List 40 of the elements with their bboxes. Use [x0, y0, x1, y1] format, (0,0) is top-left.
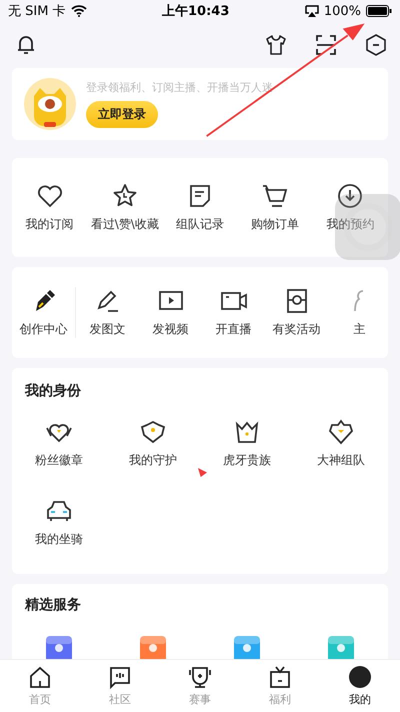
diamond-icon[interactable]	[327, 418, 355, 446]
tab[interactable]: 我的	[320, 660, 400, 712]
scan-icon[interactable]	[314, 33, 338, 57]
menu-label[interactable]: 发图文	[90, 321, 126, 338]
home-icon	[28, 665, 52, 689]
login-button[interactable]: 立即登录	[86, 101, 158, 128]
airplay-icon	[304, 5, 319, 17]
hexagon-icon[interactable]	[364, 33, 388, 57]
menu-label[interactable]: 粉丝徽章	[35, 452, 83, 469]
pointer-annotation	[198, 468, 207, 477]
menu-label[interactable]: 有奖活动	[272, 321, 320, 338]
menu-label[interactable]: 我的预约	[326, 216, 374, 233]
cart-icon[interactable]	[261, 182, 290, 210]
menu-label[interactable]: 虎牙贵族	[223, 452, 271, 469]
section-title: 我的身份	[24, 382, 82, 401]
menu-label[interactable]: 创作中心	[20, 321, 68, 338]
menu-label[interactable]: 我的守护	[129, 452, 177, 469]
menu-label[interactable]: 开直播	[216, 321, 252, 338]
menu-label[interactable]: 发视频	[152, 321, 188, 338]
clock-text: 上午10:43	[161, 3, 230, 20]
tv-icon	[268, 665, 292, 689]
carrier-text: 无 SIM 卡	[8, 3, 66, 20]
avatar-icon	[348, 665, 372, 689]
menu-label[interactable]: 组队记录	[176, 216, 224, 233]
menu-label[interactable]: 主	[354, 321, 366, 338]
battery-icon	[366, 5, 392, 17]
tshirt-icon[interactable]	[264, 33, 288, 57]
mascot-avatar	[24, 78, 76, 130]
shield-icon[interactable]	[139, 418, 167, 446]
menu-label[interactable]: 我的订阅	[26, 216, 74, 233]
menu-label[interactable]: 大神组队	[317, 452, 365, 469]
section-title: 精选服务	[24, 596, 82, 615]
menu-label[interactable]: 看过\赞\收藏	[90, 216, 159, 233]
trophy-icon	[188, 665, 212, 689]
battery-text: 100%	[324, 4, 361, 18]
menu-label[interactable]: 购物订单	[251, 216, 300, 233]
chat-icon	[108, 665, 132, 689]
menu-label[interactable]: 我的坐骑	[35, 531, 83, 548]
wifi-icon	[70, 5, 87, 17]
download-icon[interactable]	[336, 182, 364, 210]
